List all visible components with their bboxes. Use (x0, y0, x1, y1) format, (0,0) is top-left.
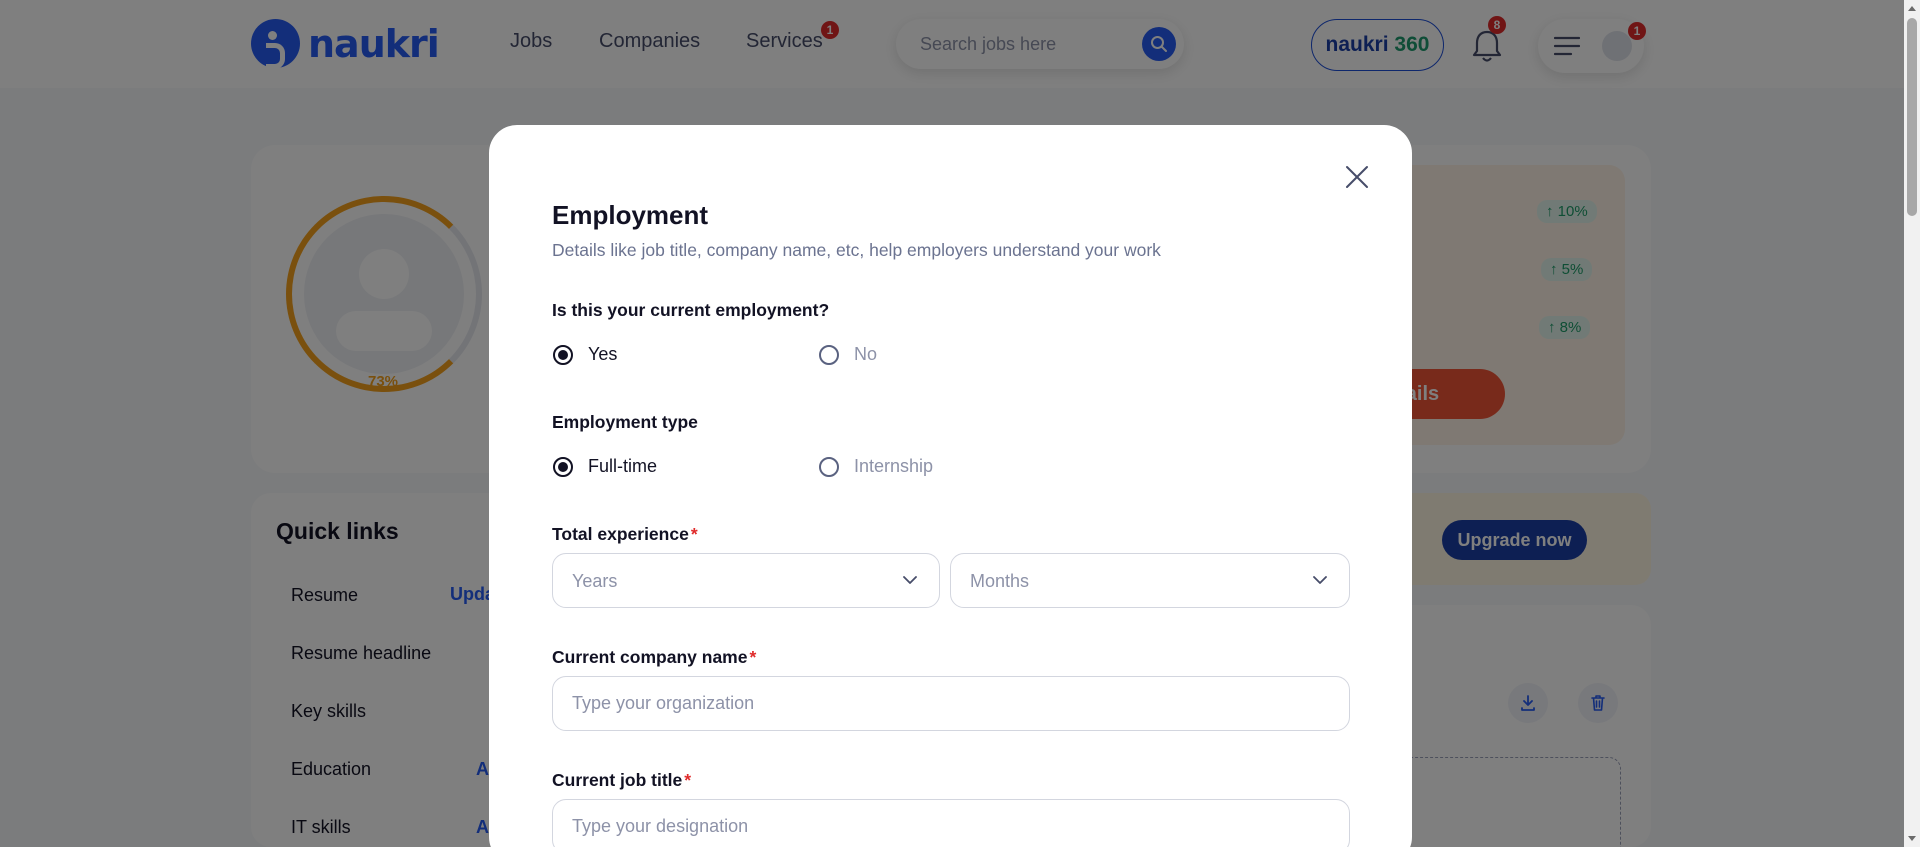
radio-unselected-icon (819, 456, 839, 477)
close-icon (1346, 166, 1368, 188)
required-asterisk: * (690, 524, 698, 544)
scrollbar-thumb[interactable] (1907, 18, 1917, 216)
radio-label: Internship (854, 456, 934, 476)
job-title-text: Current job title (552, 770, 683, 790)
chevron-down-icon (903, 576, 917, 584)
radio-selected-icon (553, 456, 573, 477)
job-title-input[interactable] (552, 799, 1350, 847)
employment-type-label: Employment type (552, 412, 698, 432)
radio-unselected-icon (819, 344, 839, 365)
company-name-input[interactable] (552, 676, 1350, 731)
company-name-text: Current company name (552, 647, 748, 667)
radio-label: Yes (588, 344, 618, 364)
scroll-down-arrow-icon[interactable] (1908, 836, 1916, 841)
scroll-up-arrow-icon[interactable] (1908, 6, 1916, 11)
modal-title: Employment (552, 200, 709, 230)
company-name-label: Current company name * (552, 647, 756, 668)
chevron-down-icon (1313, 576, 1327, 584)
required-asterisk: * (684, 770, 692, 790)
years-placeholder: Years (572, 571, 618, 591)
modal-subtitle: Details like job title, company name, et… (552, 240, 1161, 260)
total-experience-label: Total experience * (552, 524, 698, 545)
months-placeholder: Months (970, 571, 1030, 591)
employment-type-full-time-radio[interactable]: Full-time (553, 456, 657, 477)
radio-label: No (854, 344, 878, 364)
total-experience-text: Total experience (552, 524, 689, 544)
required-asterisk: * (749, 647, 757, 667)
job-title-label: Current job title * (552, 770, 691, 791)
close-modal-button[interactable] (1342, 162, 1372, 192)
employment-modal (489, 125, 1412, 847)
employment-type-internship-radio[interactable]: Internship (819, 456, 933, 477)
radio-label: Full-time (588, 456, 658, 476)
experience-months-select[interactable]: Months (950, 553, 1350, 608)
current-employment-no-radio[interactable]: No (819, 344, 877, 365)
experience-years-select[interactable]: Years (552, 553, 940, 608)
radio-selected-icon (553, 344, 573, 365)
current-employment-yes-radio[interactable]: Yes (553, 344, 617, 365)
page-scrollbar[interactable] (1904, 0, 1920, 847)
current-employment-label: Is this your current employment? (552, 300, 830, 320)
